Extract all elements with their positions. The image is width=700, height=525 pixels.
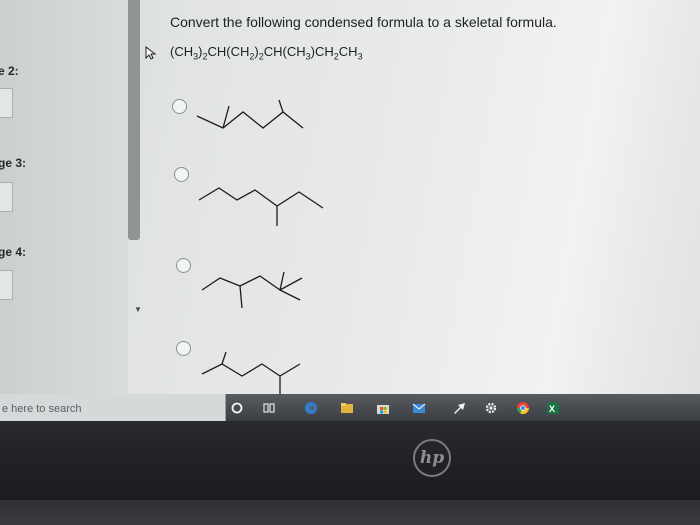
option-c-skeletal-structure[interactable] <box>200 268 310 313</box>
option-c-radio[interactable] <box>176 258 191 273</box>
scrollbar-thumb[interactable] <box>128 0 140 240</box>
option-b-skeletal-structure[interactable] <box>197 178 327 228</box>
question-navigator: e 2: ge 3: ge 4: <box>0 0 128 394</box>
search-placeholder: e here to search <box>2 403 82 415</box>
arrow-app-icon[interactable] <box>452 401 466 415</box>
taskbar: e here to search X <box>0 394 700 421</box>
taskbar-search-box[interactable]: e here to search <box>0 394 226 421</box>
page-label-2[interactable]: e 2: <box>0 64 19 78</box>
option-b-radio[interactable] <box>174 167 189 182</box>
mail-icon[interactable] <box>412 401 426 415</box>
option-d-radio[interactable] <box>176 341 191 356</box>
condensed-formula: (CH3)2CH(CH2)2CH(CH3)CH2CH3 <box>170 44 363 62</box>
page-label-4[interactable]: ge 4: <box>0 245 26 259</box>
store-icon[interactable] <box>376 401 390 415</box>
excel-icon[interactable]: X <box>546 401 560 415</box>
chrome-icon[interactable] <box>516 401 530 415</box>
question-prompt: Convert the following condensed formula … <box>170 14 557 30</box>
hp-logo-icon: hp <box>413 439 451 477</box>
option-a-skeletal-structure[interactable] <box>195 100 315 140</box>
laptop-bottom-edge <box>0 500 700 525</box>
page-box-4[interactable] <box>0 270 13 300</box>
page-box-2[interactable] <box>0 88 13 118</box>
cortana-circle-icon[interactable] <box>230 401 244 415</box>
mouse-cursor-icon <box>145 46 157 60</box>
screen: e 2: ge 3: ge 4: ▼ Convert the following… <box>0 0 700 394</box>
option-d-skeletal-structure[interactable] <box>200 352 310 394</box>
task-view-icon[interactable] <box>262 401 276 415</box>
svg-text:X: X <box>549 404 555 414</box>
scroll-down-arrow-icon[interactable]: ▼ <box>134 305 142 314</box>
option-a-radio[interactable] <box>172 99 187 114</box>
file-explorer-icon[interactable] <box>340 401 354 415</box>
page-box-3[interactable] <box>0 182 13 212</box>
page-label-3[interactable]: ge 3: <box>0 156 26 170</box>
settings-gear-icon[interactable] <box>484 401 498 415</box>
edge-icon[interactable] <box>304 401 318 415</box>
